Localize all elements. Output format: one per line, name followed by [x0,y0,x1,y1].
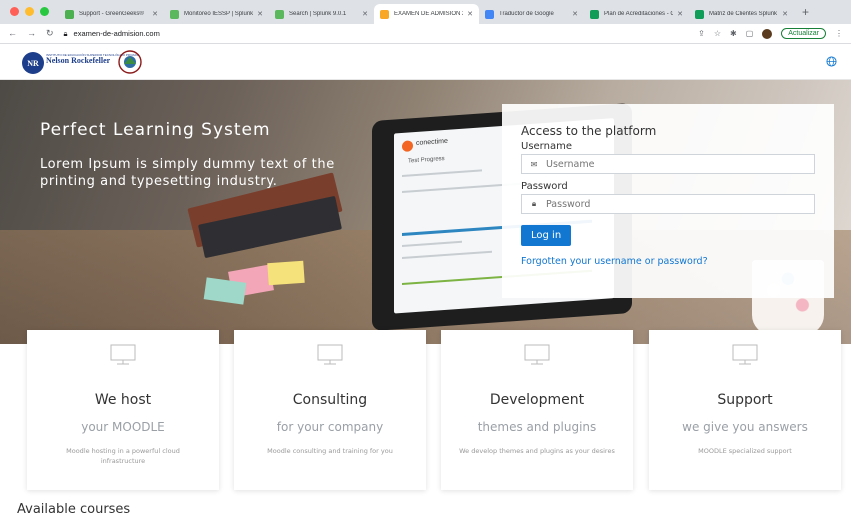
card-title: Consulting [292,392,368,408]
browser-tab-bar: Support - GreenGeeks® ✕ Monitoreo IESSP … [0,0,851,24]
browser-tab-active[interactable]: EXAMEN DE ADMISION 20 ✕ [374,4,479,24]
app-logo-icon [402,140,413,152]
site-header: NR INSTITUTO DE EDUCACIÓN SUPERIOR TECNO… [0,44,851,80]
username-input[interactable] [546,158,796,170]
update-button[interactable]: Actualizar [781,28,826,39]
extensions-icon[interactable]: ✱ [730,29,737,38]
card-title: We host [94,392,152,408]
back-arrow-icon[interactable]: ← [8,28,17,39]
greengeeks-favicon-icon [65,9,74,19]
browser-tab[interactable]: Traductor de Google ✕ [479,4,584,24]
login-panel: Access to the platform Username ✉ Passwo… [502,104,834,298]
tab-close-icon[interactable]: ✕ [782,10,788,18]
sidebar-icon[interactable]: ▢ [746,29,754,38]
lock-icon[interactable]: 🔒︎ [64,29,68,39]
tab-title: Monitoreo IESSP | Splunk [184,11,254,17]
tab-close-icon[interactable]: ✕ [362,10,368,18]
sheets-favicon-icon [590,9,599,19]
username-label: Username [521,141,572,152]
share-icon[interactable]: ⇪ [698,29,705,38]
moodle-favicon-icon [380,9,389,19]
card-title: Support [717,392,773,408]
reload-icon[interactable]: ↻ [46,28,54,39]
monitor-icon [317,344,343,365]
maximize-window-button[interactable] [40,7,49,16]
close-window-button[interactable] [10,7,19,16]
tab-close-icon[interactable]: ✕ [257,10,263,18]
monitor-icon [524,344,550,365]
bookmark-star-icon[interactable]: ☆ [714,29,721,38]
tab-title: Matriz de Clientes Splunk [709,11,778,17]
screen-line [402,240,462,247]
laptop-app-name: conectime [416,137,448,148]
address-bar: ← → ↻ 🔒︎ examen-de-admision.com ⇪ ☆ ✱ ▢ … [0,24,851,44]
service-card-support[interactable]: Support we give you answers MOODLE speci… [649,330,841,490]
url-text[interactable]: examen-de-admision.com [74,29,160,38]
service-card-hosting[interactable]: We host your MOODLE Moodle hosting in a … [27,330,219,490]
screen-line [402,169,482,177]
google-translate-favicon-icon [485,9,494,19]
browser-tab[interactable]: Support - GreenGeeks® ✕ [59,4,164,24]
login-heading: Access to the platform [521,124,657,138]
secondary-emblem-logo [118,50,142,74]
password-field[interactable]: 🔒︎ [521,194,815,214]
login-button[interactable]: Log in [521,225,572,246]
card-subtitle: your MOODLE [81,420,165,434]
card-description: Moodle consulting and training for you [267,447,393,455]
profile-avatar[interactable] [762,28,773,39]
browser-tab[interactable]: Search | Splunk 9.0.1 ✕ [269,4,374,24]
password-label: Password [521,181,568,192]
tab-title: Search | Splunk 9.0.1 [289,11,347,17]
browser-tab[interactable]: Plan de Acreditaciones - G ✕ [584,4,689,24]
card-title: Development [489,392,585,408]
tab-close-icon[interactable]: ✕ [572,10,578,18]
card-description: MOODLE specialized support [698,447,792,455]
card-subtitle: themes and plugins [477,420,597,434]
language-globe-icon[interactable] [826,56,837,67]
card-subtitle: for your company [276,420,384,434]
hero-subtitle: Lorem Ipsum is simply dummy text of the … [40,157,335,189]
password-input[interactable] [546,198,796,210]
splunk-favicon-icon [275,9,284,19]
tab-close-icon[interactable]: ✕ [152,10,158,18]
card-subtitle: we give you answers [682,420,808,434]
sheets-favicon-icon [695,9,704,19]
hero-title: Perfect Learning System [40,120,271,140]
browser-tab[interactable]: Monitoreo IESSP | Splunk ✕ [164,4,269,24]
tab-close-icon[interactable]: ✕ [677,10,683,18]
tab-close-icon[interactable]: ✕ [467,10,473,18]
card-description: Moodle hosting in a powerful cloud infra… [66,447,180,465]
tab-title: Traductor de Google [499,11,554,17]
minimize-window-button[interactable] [25,7,34,16]
tab-title: Support - GreenGeeks® [79,11,144,17]
screen-line [402,250,492,259]
forgot-password-link[interactable]: Forgotten your username or password? [521,256,815,267]
institute-logo[interactable]: NR [22,52,44,74]
monitor-icon [732,344,758,365]
available-courses-heading: Available courses [17,502,131,517]
monitor-icon [110,344,136,365]
sticky-note-image [267,260,305,286]
tab-title: EXAMEN DE ADMISION 20 [394,11,464,17]
new-tab-button[interactable]: + [794,5,817,24]
menu-dots-icon[interactable]: ⋮ [835,29,843,38]
card-description: We develop themes and plugins as your de… [459,447,615,455]
username-field[interactable]: ✉ [521,154,815,174]
tab-title: Plan de Acreditaciones - G [604,11,674,17]
lock-icon: 🔒︎ [531,199,537,208]
splunk-favicon-icon [170,9,179,19]
browser-tab[interactable]: Matriz de Clientes Splunk ✕ [689,4,794,24]
forward-arrow-icon[interactable]: → [27,28,36,39]
service-card-development[interactable]: Development themes and plugins We develo… [441,330,633,490]
envelope-icon: ✉ [530,159,538,169]
window-controls [0,7,59,24]
laptop-heading: Test Progress [408,156,445,165]
service-card-consulting[interactable]: Consulting for your company Moodle consu… [234,330,426,490]
